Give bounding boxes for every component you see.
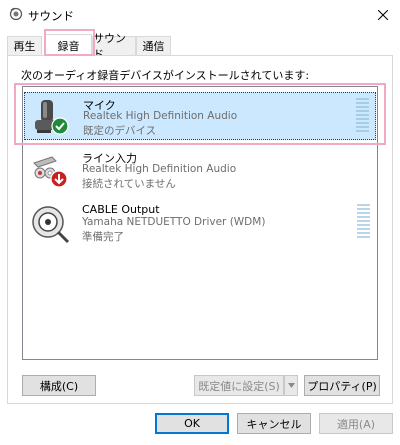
check-badge-icon bbox=[51, 117, 69, 135]
speaker-icon bbox=[9, 7, 23, 21]
close-button[interactable] bbox=[366, 0, 400, 30]
ok-button[interactable]: OK bbox=[155, 413, 229, 434]
device-driver: Realtek High Definition Audio bbox=[83, 110, 238, 122]
device-item-line-in[interactable]: ライン入力 Realtek High Definition Audio 接続され… bbox=[24, 146, 376, 194]
properties-button[interactable]: プロパティ(P) bbox=[304, 375, 380, 396]
set-default-button[interactable]: 既定値に設定(S) bbox=[194, 375, 284, 396]
device-status: 既定のデバイス bbox=[83, 125, 157, 137]
tab-playback[interactable]: 再生 bbox=[7, 36, 42, 55]
device-driver: Yamaha NETDUETTO Driver (WDM) bbox=[82, 216, 266, 228]
down-arrow-badge-icon bbox=[50, 170, 68, 188]
device-name: CABLE Output bbox=[82, 203, 160, 216]
device-status: 接続されていません bbox=[82, 178, 176, 190]
device-driver: Realtek High Definition Audio bbox=[82, 163, 237, 175]
cancel-button[interactable]: キャンセル bbox=[237, 413, 311, 434]
chevron-down-icon bbox=[287, 383, 295, 388]
tab-recording[interactable]: 録音 bbox=[45, 34, 92, 56]
device-item-microphone[interactable]: マイク Realtek High Definition Audio 既定のデバイ… bbox=[24, 92, 376, 140]
apply-button[interactable]: 適用(A) bbox=[319, 413, 393, 434]
level-meter bbox=[356, 98, 369, 134]
device-list[interactable]: マイク Realtek High Definition Audio 既定のデバイ… bbox=[22, 86, 378, 360]
device-status: 準備完了 bbox=[82, 231, 124, 243]
recording-panel: 次のオーディオ録音デバイスがインストールされています: マイク Realtek … bbox=[7, 55, 393, 404]
title-bar: サウンド bbox=[0, 0, 400, 30]
device-item-cable-output[interactable]: CABLE Output Yamaha NETDUETTO Driver (WD… bbox=[24, 199, 376, 247]
tab-communications[interactable]: 通信 bbox=[136, 36, 171, 55]
tab-sounds[interactable]: サウンド bbox=[92, 32, 136, 61]
set-default-dropdown[interactable] bbox=[284, 375, 298, 396]
window-title: サウンド bbox=[28, 9, 74, 23]
tab-bar: 再生 録音 サウンド 通信 bbox=[7, 32, 393, 61]
close-icon bbox=[378, 10, 388, 20]
instruction-text: 次のオーディオ録音デバイスがインストールされています: bbox=[21, 69, 310, 82]
configure-button[interactable]: 構成(C) bbox=[22, 375, 96, 396]
cable-reel-icon bbox=[32, 206, 70, 244]
level-meter bbox=[357, 204, 370, 240]
